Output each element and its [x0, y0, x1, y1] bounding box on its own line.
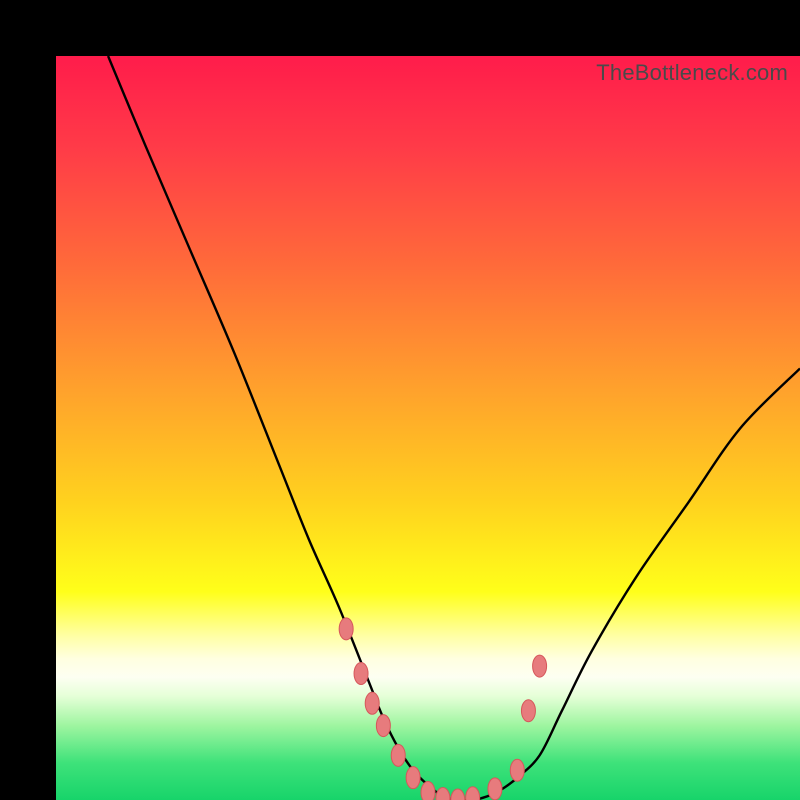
curve-marker	[436, 788, 450, 800]
curve-marker	[406, 767, 420, 789]
curve-marker	[354, 663, 368, 685]
curve-marker	[391, 744, 405, 766]
plot-area: TheBottleneck.com	[56, 56, 800, 800]
curve-marker	[421, 782, 435, 800]
bottleneck-curve	[108, 56, 800, 800]
curve-marker	[466, 787, 480, 800]
chart-frame: TheBottleneck.com	[0, 0, 800, 800]
marker-group	[339, 618, 546, 800]
curve-marker	[376, 715, 390, 737]
curve-marker	[365, 692, 379, 714]
curve-marker	[521, 700, 535, 722]
curve-marker	[488, 778, 502, 800]
curve-marker	[339, 618, 353, 640]
watermark-text: TheBottleneck.com	[596, 60, 788, 86]
chart-overlay	[56, 56, 800, 800]
curve-marker	[451, 789, 465, 800]
curve-marker	[533, 655, 547, 677]
curve-marker	[510, 759, 524, 781]
